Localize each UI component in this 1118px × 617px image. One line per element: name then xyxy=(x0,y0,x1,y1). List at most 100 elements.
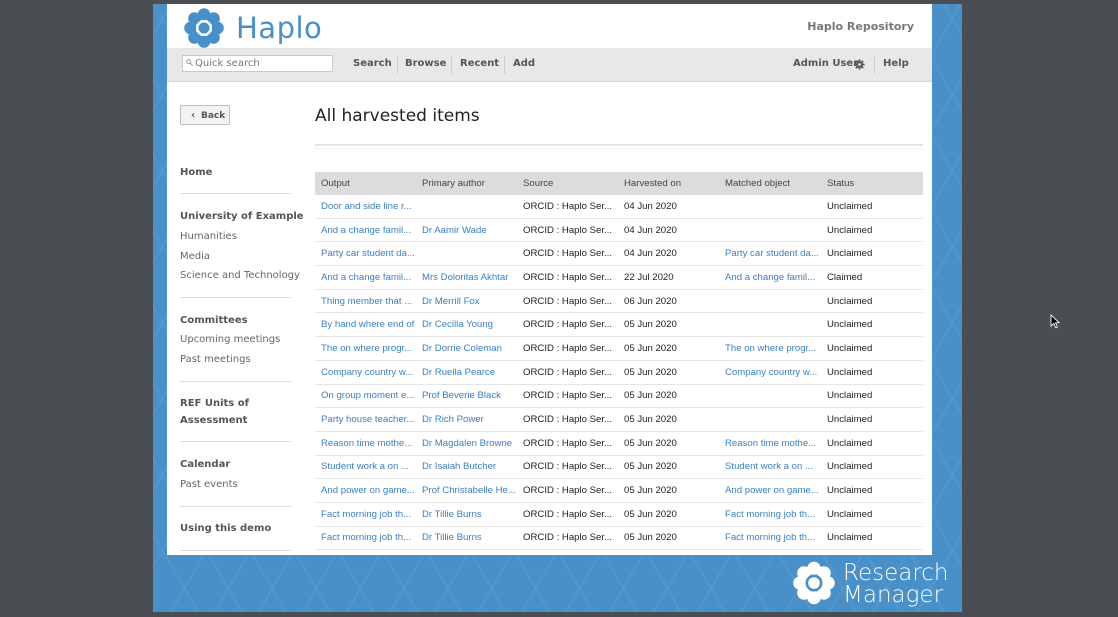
back-button[interactable]: ‹ Back xyxy=(180,105,230,125)
column-header-matched-object[interactable]: Matched object xyxy=(719,172,821,195)
output-cell[interactable]: And a change famil... xyxy=(315,265,416,290)
sidebar-item-humanities[interactable]: Humanities xyxy=(180,231,237,242)
nav-search[interactable]: Search xyxy=(353,58,392,69)
column-header-harvested-on[interactable]: Harvested on xyxy=(618,172,719,195)
sidebar-item-upcoming-meetings[interactable]: Upcoming meetings xyxy=(180,334,280,345)
primary-author-cell[interactable]: Mrs Doloritas Akhtar xyxy=(416,265,517,290)
primary-author-cell[interactable]: Dr Isaiah Butcher xyxy=(416,455,517,480)
output-cell[interactable]: Party car student da... xyxy=(315,241,416,267)
header: Haplo Haplo Repository xyxy=(167,4,932,50)
primary-author-cell[interactable]: Prof Beverie Black xyxy=(416,384,517,409)
output-cell[interactable]: Company country w... xyxy=(315,360,416,385)
matched-object-cell[interactable]: The on where progr... xyxy=(719,336,821,361)
status-cell: Unclaimed xyxy=(821,431,923,456)
sidebar-using-demo[interactable]: Using this demo xyxy=(180,520,271,537)
output-cell[interactable]: Party house teacher... xyxy=(315,407,416,432)
sidebar-university[interactable]: University of Example xyxy=(180,208,304,225)
output-cell[interactable]: Fact morning job th... xyxy=(315,526,416,551)
primary-author-cell[interactable]: Dr Tillie Burns xyxy=(416,502,517,527)
status-cell: Unclaimed xyxy=(821,289,923,314)
sidebar-calendar[interactable]: Calendar xyxy=(180,456,230,473)
primary-author-cell[interactable]: Prof Christabelle He... xyxy=(416,478,517,503)
matched-object-cell[interactable]: Fact morning job th... xyxy=(719,502,821,527)
primary-author-cell[interactable]: Dr Cecilla Young xyxy=(416,312,517,338)
matched-object-cell[interactable]: Reason time mothe... xyxy=(719,431,821,456)
nav-divider xyxy=(504,56,505,74)
search-icon xyxy=(186,59,193,66)
sidebar-item-past-meetings[interactable]: Past meetings xyxy=(180,354,251,365)
admin-user-menu[interactable]: Admin User xyxy=(793,58,858,69)
output-cell[interactable]: And a change famil... xyxy=(315,218,416,243)
status-cell: Unclaimed xyxy=(821,526,923,551)
output-cell[interactable]: Thing member that ... xyxy=(315,289,416,314)
harvested-on-cell: 04 Jun 2020 xyxy=(618,195,719,219)
output-cell[interactable]: And power on game... xyxy=(315,478,416,503)
primary-author-cell[interactable]: Dr Aamir Wade xyxy=(416,218,517,243)
sidebar-item-science[interactable]: Science and Technology xyxy=(180,270,300,281)
flower-logo-icon[interactable] xyxy=(184,8,224,48)
matched-object-cell[interactable]: Company country w... xyxy=(719,360,821,385)
primary-author-cell xyxy=(416,241,517,267)
chevron-left-icon: ‹ xyxy=(191,110,196,121)
sidebar-divider xyxy=(180,506,291,507)
primary-author-cell[interactable]: Dr Magdalen Browne xyxy=(416,431,517,456)
primary-author-cell[interactable]: Dr Ruella Pearce xyxy=(416,360,517,385)
logo-text[interactable]: Haplo xyxy=(236,11,322,45)
primary-author-cell[interactable]: Dr Tillie Burns xyxy=(416,526,517,551)
matched-object-cell[interactable]: And a change famil... xyxy=(719,265,821,290)
source-cell: ORCID : Haplo Ser... xyxy=(517,384,618,409)
table-row: And a change famil... Mrs Doloritas Akhta… xyxy=(315,265,923,290)
source-cell: ORCID : Haplo Ser... xyxy=(517,312,618,338)
output-cell[interactable]: Reason time mothe... xyxy=(315,431,416,456)
column-header-output[interactable]: Output xyxy=(315,172,416,195)
matched-object-cell xyxy=(719,384,821,409)
matched-object-cell xyxy=(719,289,821,314)
harvested-on-cell: 05 Jun 2020 xyxy=(618,478,719,503)
nav-recent[interactable]: Recent xyxy=(460,58,499,69)
sidebar-item-past-events[interactable]: Past events xyxy=(180,479,238,490)
sidebar-item-media[interactable]: Media xyxy=(180,251,210,262)
matched-object-cell[interactable]: Party car student da... xyxy=(719,241,821,267)
output-cell[interactable]: Fact morning job th... xyxy=(315,502,416,527)
sidebar-committees[interactable]: Committees xyxy=(180,312,248,329)
gear-icon[interactable] xyxy=(854,59,865,70)
source-cell: ORCID : Haplo Ser... xyxy=(517,360,618,385)
nav-add[interactable]: Add xyxy=(513,58,535,69)
primary-author-cell[interactable]: Dr Dorrie Coleman xyxy=(416,336,517,361)
output-cell[interactable]: By hand where end of xyxy=(315,312,416,338)
mouse-cursor-icon xyxy=(1050,314,1060,329)
page-title: All harvested items xyxy=(315,106,480,126)
quick-search-input[interactable] xyxy=(195,56,330,71)
sidebar-divider xyxy=(180,550,291,551)
primary-author-cell[interactable]: Dr Rich Power xyxy=(416,407,517,432)
matched-object-cell[interactable]: Fact morning job th... xyxy=(719,526,821,551)
column-header-source[interactable]: Source xyxy=(517,172,618,195)
sidebar-ref-units-line2: Assessment xyxy=(180,415,248,426)
status-cell: Unclaimed xyxy=(821,312,923,338)
table-row: Student work a on ... Dr Isaiah Butcher OR… xyxy=(315,455,923,480)
primary-author-cell[interactable]: Dr Merrill Fox xyxy=(416,289,517,314)
output-cell[interactable]: Door and side line r... xyxy=(315,195,416,219)
nav-browse[interactable]: Browse xyxy=(405,58,446,69)
sidebar-home[interactable]: Home xyxy=(180,164,212,181)
column-header-status[interactable]: Status xyxy=(821,172,923,195)
back-button-label: Back xyxy=(201,111,226,121)
output-cell[interactable]: Student work a on ... xyxy=(315,455,416,480)
matched-object-cell[interactable]: And power on game... xyxy=(719,478,821,503)
nav-help[interactable]: Help xyxy=(883,58,909,69)
matched-object-cell xyxy=(719,195,821,219)
sidebar-divider xyxy=(180,441,291,442)
table-row: Reason time mothe... Dr Magdalen Browne OR… xyxy=(315,431,923,456)
output-cell[interactable]: The on where progr... xyxy=(315,336,416,361)
sidebar-ref-units[interactable]: REF Units of Assessment xyxy=(180,395,249,429)
column-header-primary-author[interactable]: Primary author xyxy=(416,172,517,195)
sidebar-divider xyxy=(180,193,291,194)
status-cell: Unclaimed xyxy=(821,241,923,267)
quick-search-box[interactable] xyxy=(182,55,333,72)
repository-name: Haplo Repository xyxy=(807,20,914,33)
matched-object-cell xyxy=(719,407,821,432)
status-cell: Unclaimed xyxy=(821,478,923,503)
matched-object-cell[interactable]: Student work a on ... xyxy=(719,455,821,480)
status-cell: Unclaimed xyxy=(821,384,923,409)
output-cell[interactable]: On group moment e... xyxy=(315,384,416,409)
